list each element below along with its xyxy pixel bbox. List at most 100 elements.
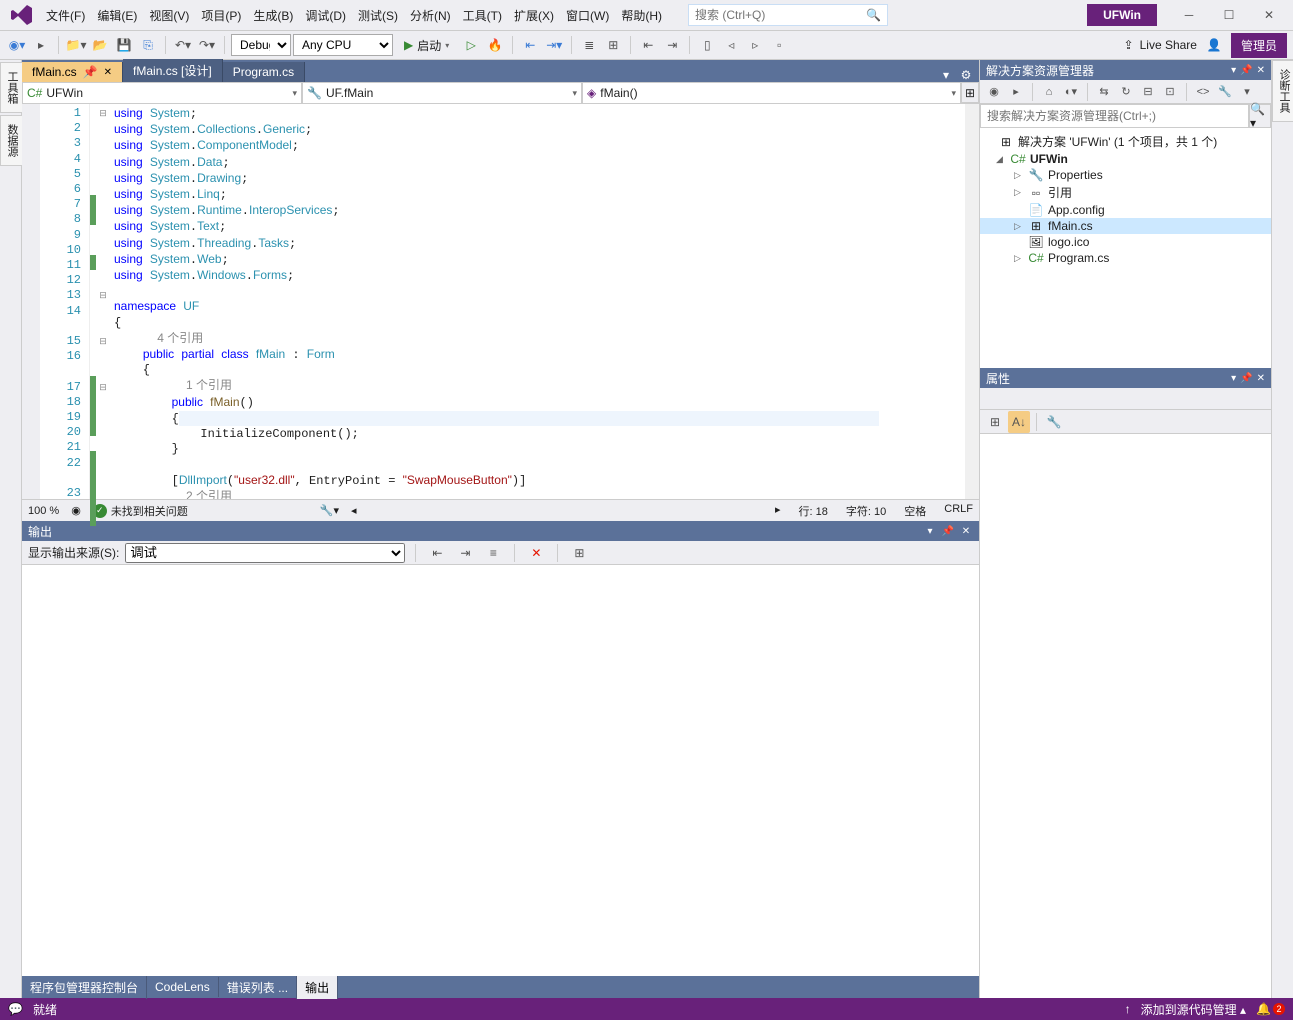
se-collapse-icon[interactable]: ⊟ (1138, 82, 1158, 102)
toolbox-tab[interactable]: 工具箱 (0, 62, 24, 113)
feedback-button[interactable]: 👤 (1203, 34, 1225, 56)
menu-project[interactable]: 项目(P) (195, 3, 247, 28)
se-search-icon[interactable]: 🔍▾ (1249, 104, 1271, 128)
split-button[interactable]: ⊞ (961, 82, 979, 103)
prop-dropdown-icon[interactable]: ▾ (1231, 373, 1236, 384)
tree-program[interactable]: ▷C# Program.cs (980, 250, 1271, 266)
tree-project[interactable]: ◢C# UFWin (980, 151, 1271, 167)
menu-analyze[interactable]: 分析(N) (404, 3, 457, 28)
se-sync-icon[interactable]: ⇆ (1094, 82, 1114, 102)
menu-file[interactable]: 文件(F) (40, 3, 91, 28)
indent-out-button[interactable]: ⇤ (637, 34, 659, 56)
se-pin-icon[interactable]: 📌 (1240, 65, 1252, 76)
se-switch-icon[interactable]: ◐▾ (1061, 82, 1081, 102)
tree-logo[interactable]: 🖼 logo.ico (980, 234, 1271, 250)
save-button[interactable]: 💾 (113, 34, 135, 56)
menu-window[interactable]: 窗口(W) (560, 3, 615, 28)
output-toggle-icon[interactable]: ⊞ (568, 542, 590, 564)
back-button[interactable]: ◉▾ (6, 34, 28, 56)
uncomment-button[interactable]: ⊞ (602, 34, 624, 56)
tree-solution[interactable]: ⊞ 解决方案 'UFWin' (1 个项目，共 1 个) (980, 132, 1271, 151)
platform-select[interactable]: Any CPU (293, 34, 393, 56)
start-debug-button[interactable]: ▶ 启动 ▾ (395, 34, 458, 56)
redo-button[interactable]: ↷▾ (196, 34, 218, 56)
live-share-button[interactable]: Live Share (1140, 38, 1197, 52)
nav-right-icon[interactable]: ▸ (775, 503, 781, 519)
step-into-button[interactable]: ⇤ (519, 34, 541, 56)
tree-references[interactable]: ▷▫▫ 引用 (980, 183, 1271, 202)
quick-search[interactable]: 🔍 (688, 4, 888, 26)
se-showall-icon[interactable]: ⊡ (1160, 82, 1180, 102)
diagnostics-tab[interactable]: 诊断工具 (1272, 60, 1293, 122)
tab-output[interactable]: 输出 (297, 976, 338, 999)
se-preview-icon[interactable]: ▾ (1237, 82, 1257, 102)
comment-button[interactable]: ≣ (578, 34, 600, 56)
se-code-icon[interactable]: <> (1193, 82, 1213, 102)
datasources-tab[interactable]: 数据源 (0, 115, 24, 166)
properties-object-select[interactable] (980, 388, 1271, 410)
se-fwd-icon[interactable]: ▸ (1006, 82, 1026, 102)
tree-properties[interactable]: ▷🔧 Properties (980, 167, 1271, 183)
menu-build[interactable]: 生成(B) (247, 3, 299, 28)
se-close-icon[interactable]: ✕ (1257, 65, 1265, 76)
search-input[interactable] (695, 8, 865, 22)
source-control-button[interactable]: 添加到源代码管理 ▴ (1141, 1001, 1246, 1018)
menu-edit[interactable]: 编辑(E) (91, 3, 143, 28)
open-button[interactable]: 📂 (89, 34, 111, 56)
code-editor[interactable]: 1234567891011121314151617181920212223 ⊟⊟… (22, 104, 979, 499)
nav-member-select[interactable]: ◈ fMain()▾ (582, 82, 961, 104)
fold-indicators[interactable]: ⊟⊟⊟⊟ (96, 104, 110, 499)
output-indent-left-icon[interactable]: ⇤ (426, 542, 448, 564)
bookmark-clear-button[interactable]: ▫ (768, 34, 790, 56)
bookmark-button[interactable]: ▯ (696, 34, 718, 56)
save-all-button[interactable]: ⎘ (137, 34, 159, 56)
indent-in-button[interactable]: ⇥ (661, 34, 683, 56)
start-without-debug-button[interactable]: ▷ (460, 34, 482, 56)
eol-mode[interactable]: CRLF (944, 503, 973, 519)
menu-debug[interactable]: 调试(D) (299, 3, 352, 28)
tab-fmain-cs[interactable]: fMain.cs 📌 ✕ (22, 62, 123, 82)
bookmark-prev-button[interactable]: ◃ (720, 34, 742, 56)
nav-project-select[interactable]: C# UFWin▾ (22, 82, 302, 104)
notifications-button[interactable]: 🔔 2 (1256, 1002, 1285, 1016)
se-back-icon[interactable]: ◉ (984, 82, 1004, 102)
tab-program-cs[interactable]: Program.cs (223, 62, 305, 82)
code-content[interactable]: using System; using System.Collections.G… (110, 104, 979, 499)
solution-explorer-search[interactable]: 🔍▾ (980, 104, 1271, 128)
se-refresh-icon[interactable]: ↻ (1116, 82, 1136, 102)
output-wrap-icon[interactable]: ≡ (482, 542, 504, 564)
se-search-input[interactable] (980, 104, 1249, 128)
config-select[interactable]: Debug (231, 34, 291, 56)
zoom-level[interactable]: 100 % (28, 505, 59, 517)
forward-button[interactable]: ▸ (30, 34, 52, 56)
health-icon[interactable]: ◉ (71, 504, 81, 517)
tab-codelens[interactable]: CodeLens (147, 977, 219, 997)
indent-mode[interactable]: 空格 (904, 503, 926, 519)
undo-button[interactable]: ↶▾ (172, 34, 194, 56)
step-over-button[interactable]: ⇥▾ (543, 34, 565, 56)
properties-grid[interactable] (980, 434, 1271, 998)
menu-view[interactable]: 视图(V) (143, 3, 195, 28)
maximize-button[interactable]: ☐ (1209, 3, 1249, 27)
se-properties-icon[interactable]: 🔧 (1215, 82, 1235, 102)
menu-tools[interactable]: 工具(T) (457, 3, 508, 28)
hot-reload-button[interactable]: 🔥 (484, 34, 506, 56)
close-icon[interactable]: ✕ (104, 67, 112, 78)
tab-error-list[interactable]: 错误列表 ... (219, 976, 297, 999)
prop-categorize-icon[interactable]: ⊞ (984, 411, 1006, 433)
output-text[interactable] (22, 565, 979, 976)
pin-icon[interactable]: 📌 (83, 65, 98, 79)
tree-fmain[interactable]: ▷⊞ fMain.cs (980, 218, 1271, 234)
editor-scrollbar[interactable] (965, 104, 979, 499)
nav-left-icon[interactable]: ◂ (351, 504, 357, 517)
minimize-button[interactable]: ─ (1169, 3, 1209, 27)
prop-close-icon[interactable]: ✕ (1257, 373, 1265, 384)
panel-pin-icon[interactable]: 📌 (941, 526, 955, 537)
nav-class-select[interactable]: 🔧 UF.fMain▾ (302, 82, 582, 104)
tree-appconfig[interactable]: 📄 App.config (980, 202, 1271, 218)
tab-dropdown-button[interactable]: ▾ (937, 68, 955, 82)
output-indent-right-icon[interactable]: ⇥ (454, 542, 476, 564)
prop-wrench-icon[interactable]: 🔧 (1043, 411, 1065, 433)
tab-settings-button[interactable]: ⚙ (957, 68, 975, 82)
menu-help[interactable]: 帮助(H) (615, 3, 668, 28)
